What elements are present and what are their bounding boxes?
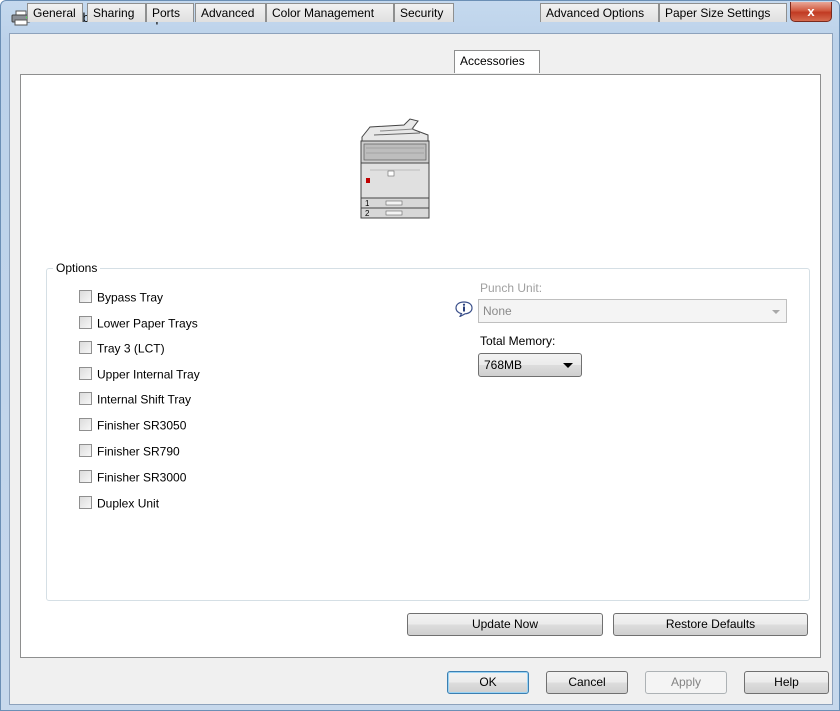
update-now-button[interactable]: Update Now [407, 613, 603, 636]
tab-color-management[interactable]: Color Management [266, 3, 394, 22]
checkbox-label: Bypass Tray [97, 290, 164, 305]
checkbox-box[interactable] [79, 496, 92, 510]
finisher-sr3050-checkbox[interactable]: Finisher SR3050 [79, 418, 186, 434]
checkbox-label: Finisher SR3050 [97, 418, 187, 433]
chevron-down-icon [563, 363, 573, 368]
tab-paper-size-settings[interactable]: Paper Size Settings [659, 3, 787, 22]
total-memory-value: 768MB [484, 358, 523, 372]
tab-advanced[interactable]: Advanced [195, 3, 266, 22]
checkbox-label: Tray 3 (LCT) [97, 341, 165, 356]
restore-defaults-button[interactable]: Restore Defaults [613, 613, 808, 636]
tray-3-lct-checkbox[interactable]: Tray 3 (LCT) [79, 341, 165, 357]
cancel-button[interactable]: Cancel [546, 671, 628, 694]
checkbox-label: Upper Internal Tray [97, 367, 200, 382]
checkbox-box[interactable] [79, 392, 92, 406]
tab-advanced-options[interactable]: Advanced Options [540, 3, 659, 22]
checkbox-box[interactable] [79, 367, 92, 381]
total-memory-label: Total Memory: [480, 334, 556, 348]
checkbox-box[interactable] [79, 341, 92, 355]
punch-unit-label: Punch Unit: [480, 281, 543, 295]
ok-button[interactable]: OK [447, 671, 529, 694]
internal-shift-tray-checkbox[interactable]: Internal Shift Tray [79, 392, 191, 408]
tab-ports[interactable]: Ports [146, 3, 194, 22]
finisher-sr790-checkbox[interactable]: Finisher SR790 [79, 444, 180, 460]
punch-unit-value: None [483, 304, 512, 318]
duplex-unit-checkbox[interactable]: Duplex Unit [79, 496, 159, 512]
lower-paper-trays-checkbox[interactable]: Lower Paper Trays [79, 316, 198, 332]
tray-1-label: 1 [365, 199, 370, 208]
tab-accessories[interactable]: Accessories [454, 50, 540, 73]
checkbox-label: Finisher SR790 [97, 444, 180, 459]
checkbox-label: Finisher SR3000 [97, 470, 187, 485]
apply-button[interactable]: Apply [645, 671, 727, 694]
checkbox-box[interactable] [79, 444, 92, 458]
upper-internal-tray-checkbox[interactable]: Upper Internal Tray [79, 367, 200, 383]
tray-2-label: 2 [365, 209, 370, 218]
checkbox-box[interactable] [79, 418, 92, 432]
tab-sharing[interactable]: Sharing [87, 3, 146, 22]
tab-security[interactable]: Security [394, 3, 454, 22]
tab-general[interactable]: General [27, 3, 83, 22]
printer-illustration: 1 2 [360, 118, 430, 219]
punch-unit-select: None [478, 299, 787, 323]
bypass-tray-checkbox[interactable]: Bypass Tray [79, 290, 163, 306]
checkbox-label: Duplex Unit [97, 496, 160, 511]
total-memory-select[interactable]: 768MB [478, 353, 582, 377]
checkbox-label: Internal Shift Tray [97, 392, 192, 407]
checkbox-box[interactable] [79, 470, 92, 484]
info-icon[interactable] [455, 301, 473, 317]
chevron-down-icon [772, 310, 780, 314]
options-legend: Options [53, 261, 101, 275]
checkbox-box[interactable] [79, 290, 92, 304]
finisher-sr3000-checkbox[interactable]: Finisher SR3000 [79, 470, 186, 486]
help-button[interactable]: Help [744, 671, 829, 694]
close-button[interactable]: x [790, 2, 832, 22]
checkbox-box[interactable] [79, 316, 92, 330]
checkbox-label: Lower Paper Trays [97, 316, 198, 331]
